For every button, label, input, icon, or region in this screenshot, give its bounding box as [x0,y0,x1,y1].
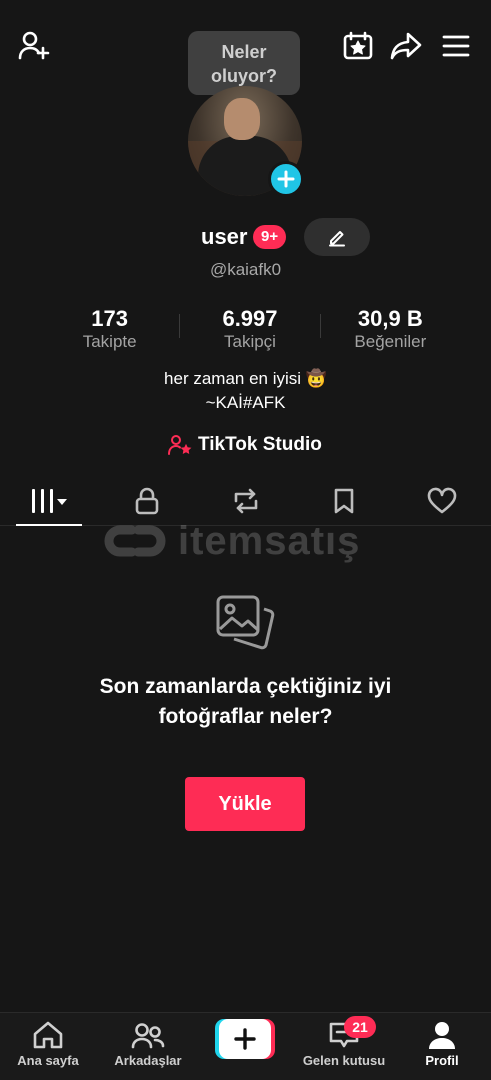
share-icon [390,32,422,60]
watermark-logo-icon [104,525,166,557]
profile-stats: 173 Takipte 6.997 Takipçi 30,9 B Beğenil… [40,306,460,352]
notification-badge[interactable]: 9+ [253,225,287,249]
nav-profile[interactable]: Profil [416,1021,468,1068]
nav-friends[interactable]: Arkadaşlar [108,1021,188,1068]
stat-following-label: Takipte [82,332,137,351]
plus-icon [277,170,295,188]
create-button[interactable] [215,1019,275,1061]
calendar-star-icon [343,31,373,60]
videos-grid-icon [32,488,68,513]
add-story-button[interactable] [268,161,304,197]
create-button-face [219,1019,271,1059]
stat-followers-value: 6.997 [222,306,278,331]
inbox-count-badge: 21 [344,1016,376,1038]
plus-icon [234,1028,256,1050]
edit-profile-button[interactable] [304,218,370,256]
watermark: itemsatış [100,516,400,566]
watermark-text: itemsatış [178,518,361,563]
bookmark-icon [334,488,354,513]
upload-button[interactable]: Yükle [185,777,305,831]
stat-followers-label: Takipçi [224,332,276,351]
nav-home-label: Ana sayfa [17,1053,79,1068]
avatar-head [224,98,260,140]
user-handle: @kaiafk0 [209,260,282,279]
share-button[interactable] [386,26,426,66]
tab-liked[interactable] [393,476,491,525]
empty-state-title: Son zamanlarda çektiğiniz iyi fotoğrafla… [99,675,392,728]
stat-followers[interactable]: 6.997 Takipçi [180,306,319,352]
calendar-button[interactable] [338,26,378,66]
status-bubble-line2: oluyor? [211,66,277,86]
nav-home[interactable]: Ana sayfa [14,1021,82,1068]
username: user [201,224,248,249]
stat-likes-value: 30,9 B [357,306,423,331]
lock-icon [135,487,159,514]
friends-icon [131,1023,165,1049]
profile-icon [429,1022,455,1049]
status-bubble-line1: Neler [221,42,267,62]
bio-line-1: her zaman en iyisi 🤠 [164,369,327,388]
person-star-icon [168,435,192,455]
stat-likes[interactable]: 30,9 B Beğeniler [321,306,460,352]
bio-line-2: ~KAİ#AFK [205,393,286,412]
stat-likes-label: Beğeniler [354,332,427,351]
nav-friends-label: Arkadaşlar [114,1053,182,1068]
photos-icon [214,593,276,655]
tab-videos[interactable] [0,476,98,526]
nav-inbox-label: Gelen kutusu [302,1053,386,1068]
repost-icon [234,488,257,513]
stat-following-value: 173 [91,306,129,331]
home-icon [33,1021,63,1049]
tiktok-studio-label: TikTok Studio [198,434,322,455]
menu-button[interactable] [436,26,476,66]
stat-following[interactable]: 173 Takipte [40,306,179,352]
pencil-icon [329,231,345,247]
tiktok-studio-link[interactable]: TikTok Studio [168,432,322,458]
nav-profile-label: Profil [425,1053,459,1068]
add-friend-button[interactable] [14,26,54,66]
add-friend-icon [18,31,50,60]
menu-icon [442,35,470,57]
heart-icon [427,487,457,513]
